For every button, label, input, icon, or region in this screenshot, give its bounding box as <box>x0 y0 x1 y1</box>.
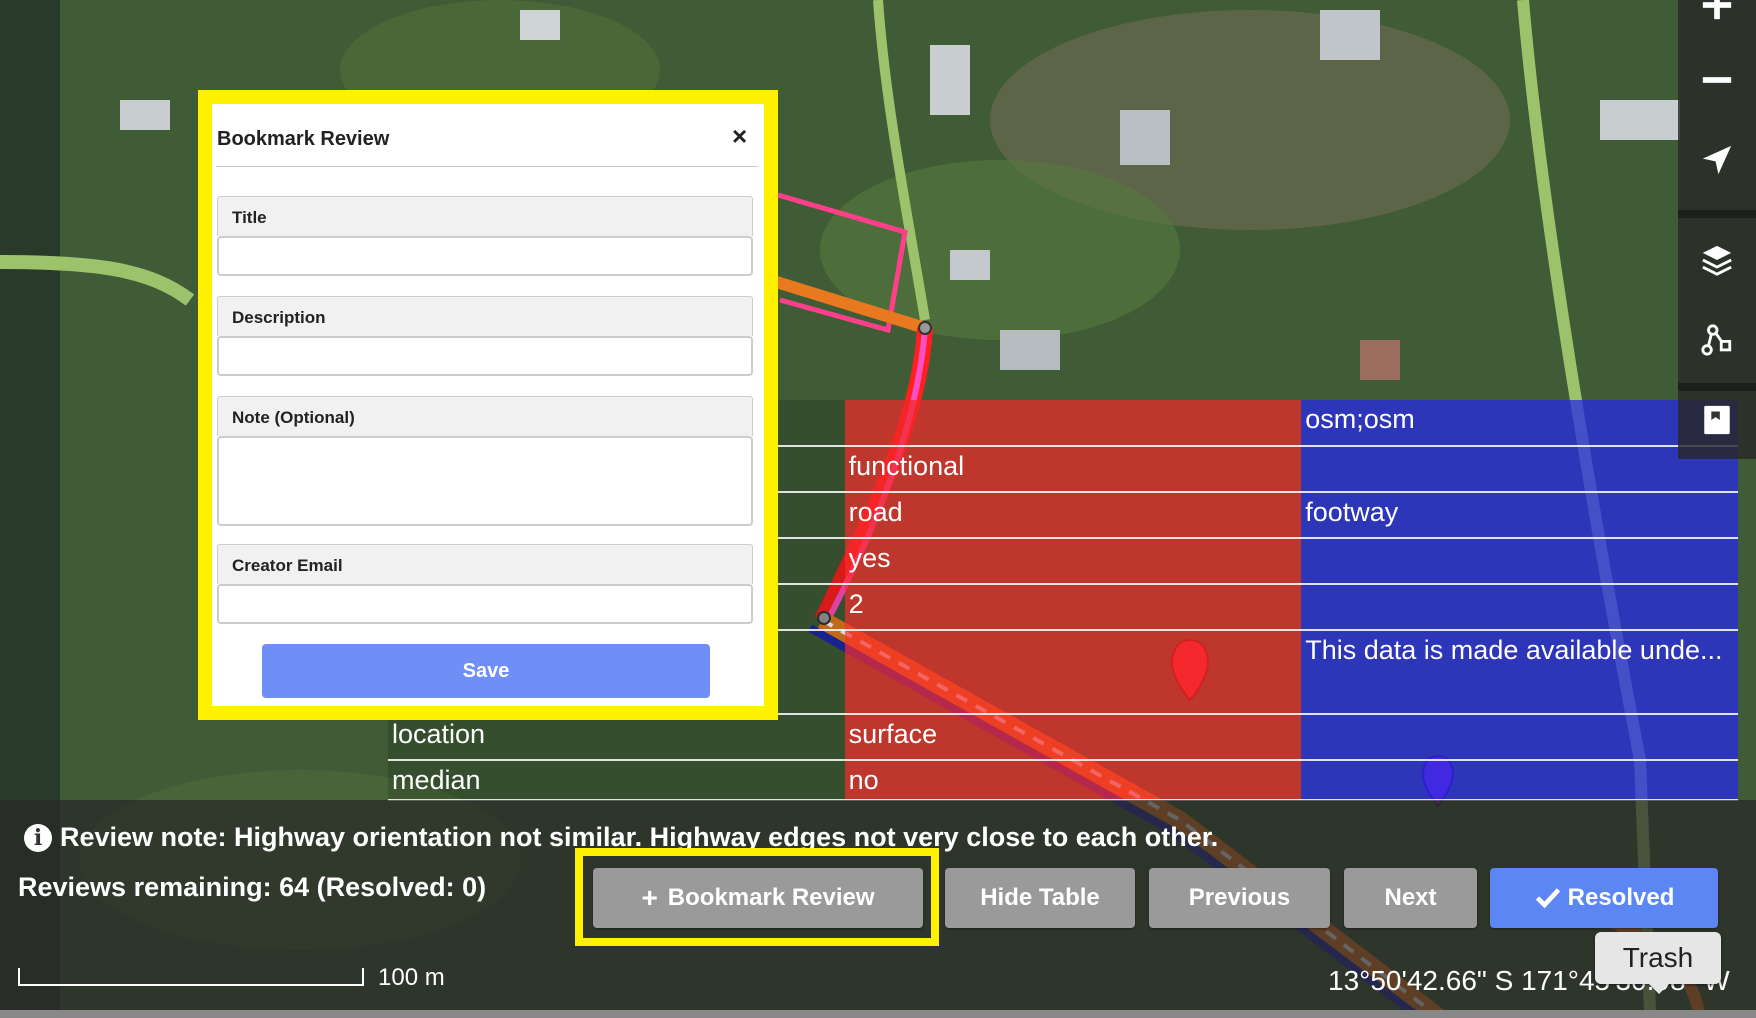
tag-value-a-cell: functional <box>844 446 1302 493</box>
creator-email-label: Creator Email <box>217 544 753 584</box>
creator-email-input[interactable] <box>217 584 753 624</box>
bookmark-review-modal: Bookmark Review × Title Description Note… <box>212 104 764 706</box>
scale-bar <box>18 968 364 986</box>
map-controls <box>1678 0 1756 459</box>
note-label: Note (Optional) <box>217 396 753 436</box>
table-row: median no <box>388 760 1738 801</box>
control-divider <box>1678 210 1756 218</box>
resolved-label: Resolved <box>1567 884 1675 911</box>
hide-table-button[interactable]: Hide Table <box>945 868 1135 928</box>
modal-title: Bookmark Review <box>217 128 390 150</box>
info-icon: i <box>24 823 52 852</box>
tag-value-a-cell: 2 <box>844 584 1302 631</box>
tag-value-b-cell <box>1301 714 1738 761</box>
reviews-remaining: Reviews remaining: 64 (Resolved: 0) <box>18 872 487 902</box>
layers-button[interactable] <box>1678 225 1756 295</box>
tag-value-b-cell <box>1301 538 1738 585</box>
scale-label: 100 m <box>378 964 445 991</box>
location-arrow-icon <box>1702 145 1732 175</box>
tag-value-a-cell: no <box>844 760 1302 801</box>
tag-value-a-cell: yes <box>844 538 1302 585</box>
review-bookmarks-button[interactable] <box>1678 385 1756 455</box>
tag-value-a-cell <box>844 400 1302 447</box>
next-button[interactable]: Next <box>1344 868 1477 928</box>
check-icon <box>1535 888 1560 909</box>
table-row: location surface <box>388 714 1738 761</box>
modal-divider <box>216 166 758 167</box>
tag-value-b-cell <box>1301 446 1738 493</box>
tag-value-b-cell <box>1301 760 1738 801</box>
previous-button[interactable]: Previous <box>1149 868 1330 928</box>
note-textarea[interactable] <box>217 436 753 526</box>
tag-value-b-cell: footway <box>1301 492 1738 539</box>
resolved-button[interactable]: Resolved <box>1490 868 1718 928</box>
tag-key-cell: median <box>388 760 845 801</box>
minus-icon <box>1702 77 1732 83</box>
description-input[interactable] <box>217 336 753 376</box>
nodes-icon <box>1701 324 1732 356</box>
trash-tooltip: Trash <box>1595 932 1721 994</box>
tag-value-b-cell: This data is made available unde... <box>1301 630 1738 715</box>
plus-icon <box>1702 0 1732 20</box>
tag-key-cell: location <box>388 714 845 761</box>
tag-value-a-cell: road <box>844 492 1302 539</box>
title-input[interactable] <box>217 236 753 276</box>
save-button[interactable]: Save <box>262 644 710 698</box>
tag-value-b-cell <box>1301 584 1738 631</box>
zoom-in-button[interactable] <box>1678 0 1756 40</box>
footer-strip <box>0 1010 1756 1018</box>
layers-icon <box>1702 245 1732 276</box>
title-label: Title <box>217 196 753 236</box>
tag-value-a-cell: surface <box>844 714 1302 761</box>
zoom-out-button[interactable] <box>1678 45 1756 115</box>
close-icon[interactable]: × <box>732 122 747 150</box>
book-icon <box>1704 405 1730 435</box>
description-label: Description <box>217 296 753 336</box>
highlight-frame <box>575 848 939 946</box>
tag-value-a-cell <box>844 630 1302 715</box>
geolocate-button[interactable] <box>1678 125 1756 195</box>
tag-value-b-cell: osm;osm <box>1301 400 1738 447</box>
conflation-button[interactable] <box>1678 305 1756 375</box>
